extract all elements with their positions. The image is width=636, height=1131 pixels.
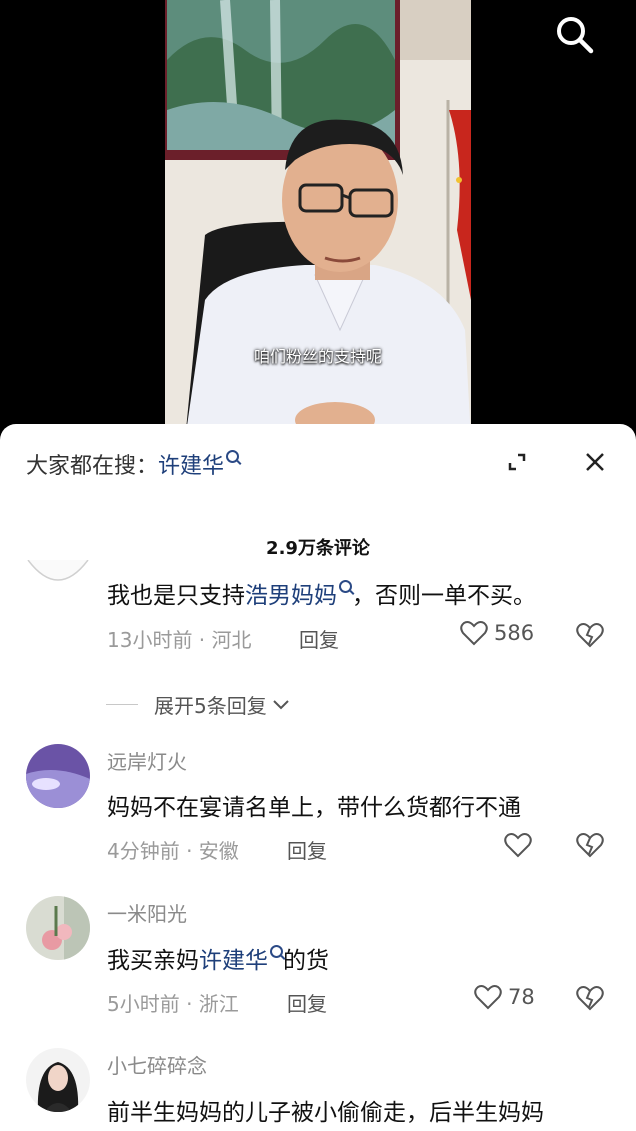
broken-heart-icon <box>576 833 604 858</box>
search-icon <box>557 17 594 54</box>
comment-meta: 5小时前 · 浙江 <box>107 992 239 1016</box>
avatar[interactable] <box>26 560 90 596</box>
avatar-image <box>26 896 90 960</box>
comment-text: 前半生妈妈的儿子被小偷偷走，后半生妈妈 <box>107 1100 544 1126</box>
broken-heart-icon <box>576 986 604 1011</box>
video-subtitle: 咱们粉丝的支持呢 <box>253 347 382 366</box>
trending-search[interactable]: 大家都在搜：许建华 <box>26 448 240 480</box>
chevron-down-icon <box>273 699 289 709</box>
heart-icon <box>474 985 502 1010</box>
video-player[interactable]: 咱们粉丝的支持呢 <box>0 0 636 440</box>
expand-replies-label: 展开5条回复 <box>154 694 267 718</box>
trending-search-keyword[interactable]: 许建华 <box>158 454 224 479</box>
divider <box>106 704 138 705</box>
commenter-name[interactable]: 小七碎碎念 <box>107 1050 207 1079</box>
avatar-image <box>26 744 90 808</box>
commenter-name[interactable]: 一米阳光 <box>107 898 187 927</box>
comment-meta: 13小时前 · 河北 <box>107 628 252 652</box>
like-count: 78 <box>508 985 535 1009</box>
dislike-button[interactable] <box>576 985 604 1015</box>
broken-heart-icon <box>576 623 604 648</box>
avatar[interactable] <box>26 896 90 960</box>
video-frame: 咱们粉丝的支持呢 <box>165 0 471 440</box>
search-button[interactable] <box>552 12 594 54</box>
comment-count: 2.9万条评论 <box>266 538 370 559</box>
reply-button[interactable]: 回复 <box>287 988 327 1017</box>
like-button[interactable] <box>504 832 532 858</box>
like-button[interactable]: 78 <box>474 984 535 1010</box>
close-sheet-button[interactable] <box>581 448 609 476</box>
comment-text: 我也是只支持浩男妈妈 ，否则一单不买。 <box>107 576 536 610</box>
dislike-button[interactable] <box>576 622 604 652</box>
trending-search-label: 大家都在搜： <box>26 454 159 479</box>
comment-meta: 4分钟前 · 安徽 <box>107 839 239 863</box>
comment-sheet: 大家都在搜：许建华 2.9万条评论 我也是只支持浩男妈妈 ，否则一单不买。 13小… <box>0 424 636 1131</box>
comment-search-link[interactable]: 许建华 <box>199 948 268 974</box>
heart-icon <box>504 833 532 858</box>
search-hint-icon <box>339 580 352 593</box>
reply-button[interactable]: 回复 <box>287 835 327 864</box>
commenter-name[interactable]: 远岸灯火 <box>107 746 187 775</box>
avatar[interactable] <box>26 744 90 808</box>
like-count: 586 <box>494 621 535 645</box>
reply-button[interactable]: 回复 <box>299 624 339 653</box>
avatar-image <box>27 560 89 581</box>
comment-text: 妈妈不在宴请名单上，带什么货都行不通 <box>107 795 521 821</box>
expand-sheet-button[interactable] <box>503 448 531 476</box>
search-hint-icon <box>226 450 240 463</box>
like-button[interactable]: 586 <box>460 620 534 646</box>
video-scene <box>165 0 471 440</box>
avatar[interactable] <box>26 1048 90 1112</box>
heart-icon <box>460 621 488 646</box>
expand-replies-button[interactable]: 展开5条回复 <box>106 690 291 719</box>
close-icon <box>586 453 604 471</box>
expand-icon <box>508 453 526 471</box>
search-hint-icon <box>270 945 283 958</box>
dislike-button[interactable] <box>576 832 604 862</box>
avatar-image <box>26 1048 90 1112</box>
comment-text: 我买亲妈许建华 的货 <box>107 941 329 975</box>
comment-search-link[interactable]: 浩男妈妈 <box>245 583 337 609</box>
